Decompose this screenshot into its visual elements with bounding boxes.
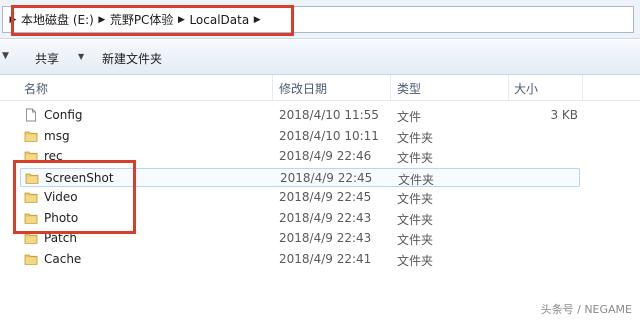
column-type[interactable]: 类型 — [397, 80, 421, 97]
file-size: 3 KB — [550, 108, 578, 122]
file-date: 2018/4/9 22:41 — [279, 251, 372, 266]
file-row[interactable]: Config 2018/4/10 11:55 文件 3 KB — [20, 106, 580, 125]
column-size[interactable]: 大小 — [514, 80, 538, 97]
column-divider[interactable] — [272, 75, 273, 100]
chevron-down-icon[interactable]: ▼ — [78, 52, 84, 61]
file-date: 2018/4/10 10:11 — [279, 128, 379, 143]
file-name: msg — [44, 128, 70, 143]
column-divider[interactable] — [508, 75, 509, 100]
file-name: Config — [44, 108, 83, 122]
file-type: 文件夹 — [397, 233, 434, 247]
column-date[interactable]: 修改日期 — [279, 80, 327, 97]
file-date: 2018/4/9 22:43 — [279, 231, 372, 245]
chevron-down-icon[interactable]: ▼ — [2, 51, 9, 61]
column-divider[interactable] — [390, 75, 391, 100]
file-icon — [24, 108, 38, 122]
command-bar: ▼ 共享 ▼ 新建文件夹 — [0, 40, 640, 75]
address-bar-area: ▶ 本地磁盘 (E:) ▶ 荒野PC体验 ▶ LocalData ▶ — [0, 0, 640, 39]
file-date: 2018/4/10 11:55 — [279, 108, 379, 122]
address-highlight-box — [11, 5, 294, 36]
file-date: 2018/4/9 22:46 — [279, 149, 372, 163]
file-date: 2018/4/9 22:45 — [279, 190, 372, 204]
file-type: 文件夹 — [397, 151, 434, 165]
folder-icon — [24, 129, 38, 143]
file-date: 2018/4/9 22:43 — [279, 210, 372, 225]
file-type: 文件夹 — [397, 253, 434, 268]
column-name[interactable]: 名称 — [24, 80, 48, 97]
files-highlight-box — [13, 160, 136, 234]
share-button[interactable]: 共享 — [35, 50, 59, 67]
file-name: Cache — [44, 251, 82, 266]
file-row[interactable]: msg 2018/4/10 10:11 文件夹 — [20, 127, 580, 146]
folder-icon — [24, 252, 38, 266]
file-type: 文件夹 — [398, 172, 435, 187]
file-row[interactable]: Cache 2018/4/9 22:41 文件夹 — [20, 250, 580, 269]
watermark: 头条号 / NEGAME — [540, 303, 632, 316]
column-divider[interactable] — [582, 75, 583, 100]
file-type: 文件夹 — [397, 212, 434, 227]
file-date: 2018/4/9 22:45 — [280, 170, 373, 185]
file-type: 文件夹 — [397, 192, 434, 206]
new-folder-button[interactable]: 新建文件夹 — [102, 50, 162, 67]
column-header: 名称 修改日期 类型 大小 — [0, 75, 640, 101]
file-type: 文件 — [397, 110, 422, 124]
file-type: 文件夹 — [397, 130, 434, 145]
